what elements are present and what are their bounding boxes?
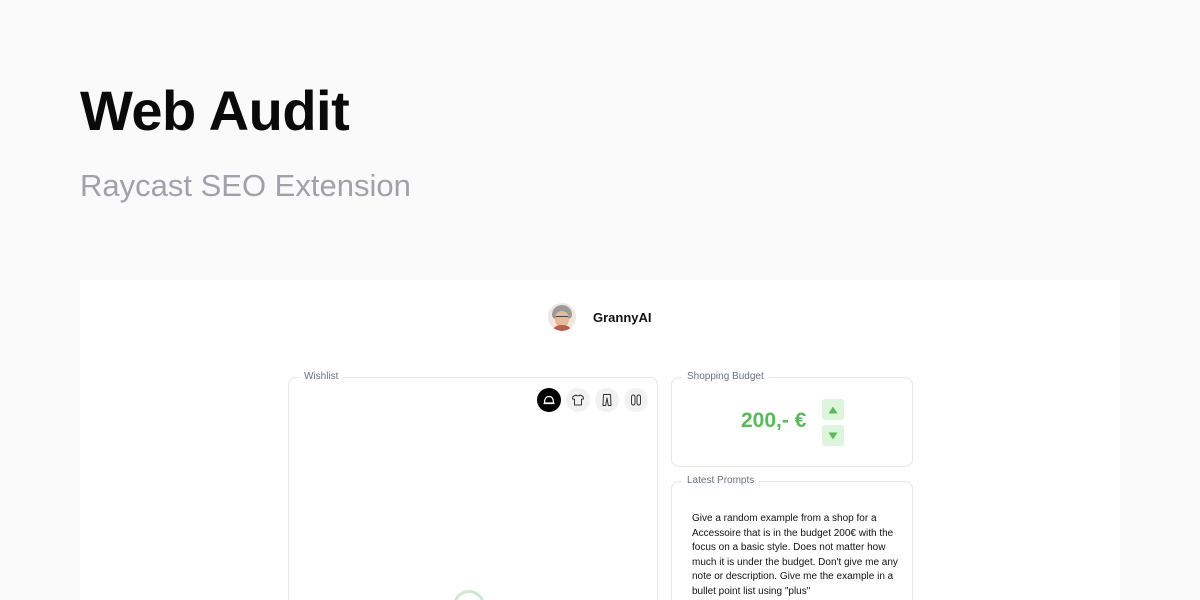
- loading-spinner: [453, 590, 485, 600]
- prompts-legend: Latest Prompts: [682, 475, 760, 487]
- page-title: Web Audit: [80, 79, 350, 142]
- shirt-icon: [572, 394, 584, 406]
- budget-legend: Shopping Budget: [682, 371, 769, 383]
- pants-icon: [602, 394, 612, 406]
- shoes-icon: [631, 394, 641, 406]
- category-selector: [537, 388, 648, 412]
- latest-prompts-panel: Latest Prompts Give a random example fro…: [671, 475, 913, 600]
- wishlist-panel: Wishlist: [288, 371, 658, 600]
- granny-avatar: [548, 303, 576, 331]
- prompt-text: Give a random example from a shop for a …: [692, 513, 898, 597]
- brand-name: GrannyAI: [593, 309, 652, 325]
- budget-increase-button[interactable]: [822, 399, 844, 420]
- category-cap-button[interactable]: [537, 388, 561, 412]
- category-shirt-button[interactable]: [566, 388, 590, 412]
- arrow-up-icon: [828, 406, 838, 413]
- budget-amount: 200,- €: [741, 409, 807, 432]
- budget-stepper: [822, 399, 844, 446]
- arrow-down-icon: [828, 432, 838, 439]
- wishlist-legend: Wishlist: [299, 371, 344, 383]
- app-preview: GrannyAI Wishlist Shopping Budget 200,- …: [80, 280, 1120, 600]
- budget-panel: Shopping Budget 200,- €: [671, 371, 913, 467]
- budget-decrease-button[interactable]: [822, 425, 844, 446]
- page-subtitle: Raycast SEO Extension: [80, 168, 411, 203]
- cap-icon: [543, 395, 555, 405]
- brand-header: GrannyAI: [548, 302, 652, 332]
- category-pants-button[interactable]: [595, 388, 619, 412]
- category-shoes-button[interactable]: [624, 388, 648, 412]
